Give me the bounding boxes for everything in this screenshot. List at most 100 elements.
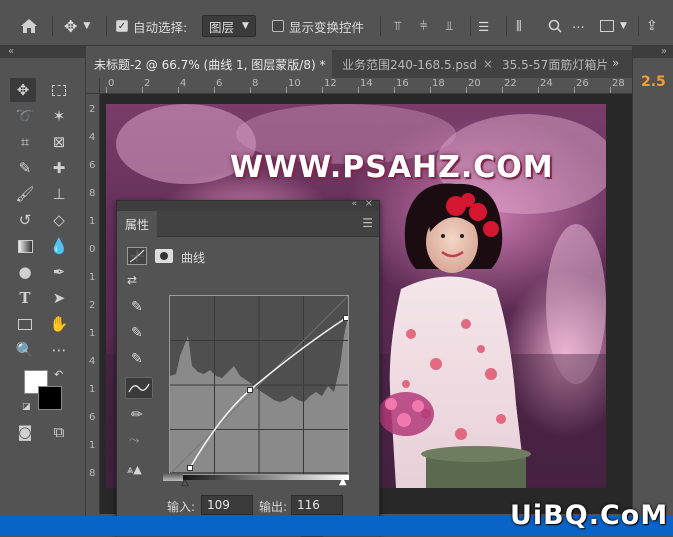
clone-stamp-tool-icon[interactable]: ⊥	[46, 182, 72, 206]
tab-document-3[interactable]: 35.5-57面筋灯箱片	[494, 50, 610, 78]
ruler-tick-label: 6	[89, 160, 96, 171]
output-value-field[interactable]: 116	[291, 495, 343, 515]
clipping-warning-icon[interactable]: ⩓▲	[127, 463, 142, 477]
quick-mask-icon[interactable]: ◙	[12, 420, 38, 444]
ruler-tick	[574, 87, 575, 93]
crop-tool-icon[interactable]: ⌗	[12, 130, 38, 154]
brush-tool-icon[interactable]: 🖌	[12, 182, 38, 206]
lasso-tool-icon[interactable]: ➰	[12, 104, 38, 128]
curve-point[interactable]	[343, 315, 349, 321]
panel-expand-icon[interactable]: »	[633, 46, 673, 58]
align-top-button[interactable]: ⫪	[394, 14, 401, 38]
panel-menu-icon[interactable]: ☰	[362, 216, 373, 230]
ruler-tick	[394, 87, 395, 93]
align-vcenter-button[interactable]: ⫩	[420, 14, 427, 38]
distribute-icon: ☰	[478, 18, 490, 34]
ruler-tick-label: 4	[180, 78, 187, 89]
smooth-curve-icon[interactable]: ⤳	[129, 433, 139, 448]
horizontal-ruler: 0 2 4 6 8 10 12 14 16 18 20 22 24 26 28	[100, 78, 632, 94]
close-icon[interactable]: ×	[331, 57, 332, 71]
ruler-tick-label: 4	[89, 132, 96, 143]
adjustment-name: 曲线	[181, 251, 206, 265]
ruler-tick-label: 8	[89, 468, 96, 479]
tools-panel: « ✥ ➰ ✶ ⌗ ⊠ ✎ ✚ 🖌 ⊥ ↺ ◇ 💧 ● ✒ T ➤ ✋ 🔍 ⋯ …	[0, 46, 86, 516]
workspace-button[interactable]: ▼	[600, 14, 627, 38]
toolbar-collapse-icon[interactable]: «	[0, 46, 86, 58]
home-button[interactable]	[20, 14, 38, 38]
dodge-tool-icon[interactable]: ●	[12, 260, 38, 284]
ruler-tick-label: 8	[89, 188, 96, 199]
ruler-tick-label: 1	[89, 384, 96, 395]
input-value-field[interactable]: 109	[201, 495, 253, 515]
eyedropper-white-icon[interactable]: ✎	[131, 351, 143, 367]
frame-tool-icon[interactable]: ⊠	[46, 130, 72, 154]
tab-document-2[interactable]: 业务范围240-168.5.psd ×	[334, 50, 492, 78]
auto-select-label: 自动选择:	[133, 19, 188, 35]
ruler-tick-label: 4	[89, 356, 96, 367]
path-selection-tool-icon[interactable]: ➤	[46, 286, 72, 310]
pencil-draw-icon[interactable]: ✏	[131, 407, 143, 423]
rectangle-tool-icon[interactable]	[12, 312, 38, 336]
close-icon[interactable]: ×	[365, 198, 373, 209]
align-more-button[interactable]: ⫼	[516, 14, 522, 38]
curve-point-tool-icon[interactable]	[125, 377, 153, 399]
move-tool-preset[interactable]: ✥ ▼	[64, 14, 90, 38]
mask-icon[interactable]	[155, 249, 173, 263]
show-transform-checkbox[interactable]: 显示变换控件	[272, 14, 364, 38]
healing-brush-tool-icon[interactable]: ✚	[46, 156, 72, 180]
black-point-slider-icon[interactable]: △	[181, 477, 189, 488]
ruler-tick-label: 22	[504, 78, 517, 89]
align-bottom-button[interactable]: ⫫	[446, 14, 453, 38]
curves-adjustment-icon[interactable]	[127, 247, 147, 265]
tabs-overflow-icon[interactable]: »	[612, 56, 619, 70]
eyedropper-tool-icon[interactable]: ✎	[12, 156, 38, 180]
screen-mode-icon[interactable]: ⧉	[46, 420, 72, 444]
ruler-tick-label: 2	[89, 104, 96, 115]
align-more-icon: ⫼	[516, 18, 522, 33]
auto-select-target-dropdown[interactable]: 图层 ▼	[202, 14, 256, 38]
magic-wand-tool-icon[interactable]: ✶	[46, 104, 72, 128]
move-tool-icon[interactable]: ✥	[10, 78, 36, 102]
zoom-tool-icon[interactable]: 🔍	[12, 338, 38, 362]
workspace-icon	[600, 20, 614, 32]
chevron-down-icon: ▼	[242, 21, 249, 31]
swap-colors-icon[interactable]: ↶	[54, 368, 63, 381]
tab-properties[interactable]: 属性	[117, 211, 158, 237]
search-button[interactable]	[548, 14, 562, 38]
collapse-icon[interactable]: «	[351, 199, 357, 209]
preset-icon[interactable]: ⇄	[127, 273, 137, 287]
auto-select-checkbox[interactable]: ✓ 自动选择:	[116, 14, 187, 38]
blur-tool-icon[interactable]: 💧	[46, 234, 72, 258]
ruler-tick-label: 16	[396, 78, 409, 89]
background-color-swatch[interactable]	[38, 386, 62, 410]
history-brush-tool-icon[interactable]: ↺	[12, 208, 38, 232]
ruler-tick-label: 8	[252, 78, 259, 89]
align-bottom-icon: ⫫	[446, 18, 454, 33]
document-tabs: 未标题-2 @ 66.7% (曲线 1, 图层蒙版/8) * × 业务范围240…	[86, 50, 632, 78]
default-colors-icon[interactable]: ◪	[22, 402, 31, 412]
ruler-origin	[86, 78, 100, 94]
ruler-tick	[502, 87, 503, 93]
share-icon: ⇪	[646, 18, 658, 34]
type-tool-icon[interactable]: T	[12, 286, 38, 310]
search-icon	[548, 19, 562, 33]
marquee-tool-icon[interactable]	[46, 78, 72, 102]
tab-document-1[interactable]: 未标题-2 @ 66.7% (曲线 1, 图层蒙版/8) * ×	[86, 50, 332, 78]
curve-point-selected[interactable]	[247, 387, 253, 393]
eyedropper-gray-icon[interactable]: ✎	[131, 325, 143, 341]
ruler-tick-label: 20	[468, 78, 481, 89]
distribute-button[interactable]: ☰	[478, 14, 489, 38]
curves-graph[interactable]	[169, 295, 349, 475]
share-button[interactable]: ⇪	[646, 14, 658, 38]
pen-tool-icon[interactable]: ✒	[46, 260, 72, 284]
eyedropper-black-icon[interactable]: ✎	[131, 299, 143, 315]
more-button[interactable]: ⋯	[572, 14, 585, 38]
hand-tool-icon[interactable]: ✋	[46, 312, 72, 336]
panel-header-bar: « ×	[117, 198, 379, 211]
gradient-tool-icon[interactable]	[12, 234, 38, 258]
eraser-tool-icon[interactable]: ◇	[46, 208, 72, 232]
more-tools-icon[interactable]: ⋯	[46, 338, 72, 362]
curve-point[interactable]	[187, 465, 193, 471]
close-icon[interactable]: ×	[483, 57, 492, 71]
white-point-slider-icon[interactable]: ▲	[339, 476, 347, 487]
